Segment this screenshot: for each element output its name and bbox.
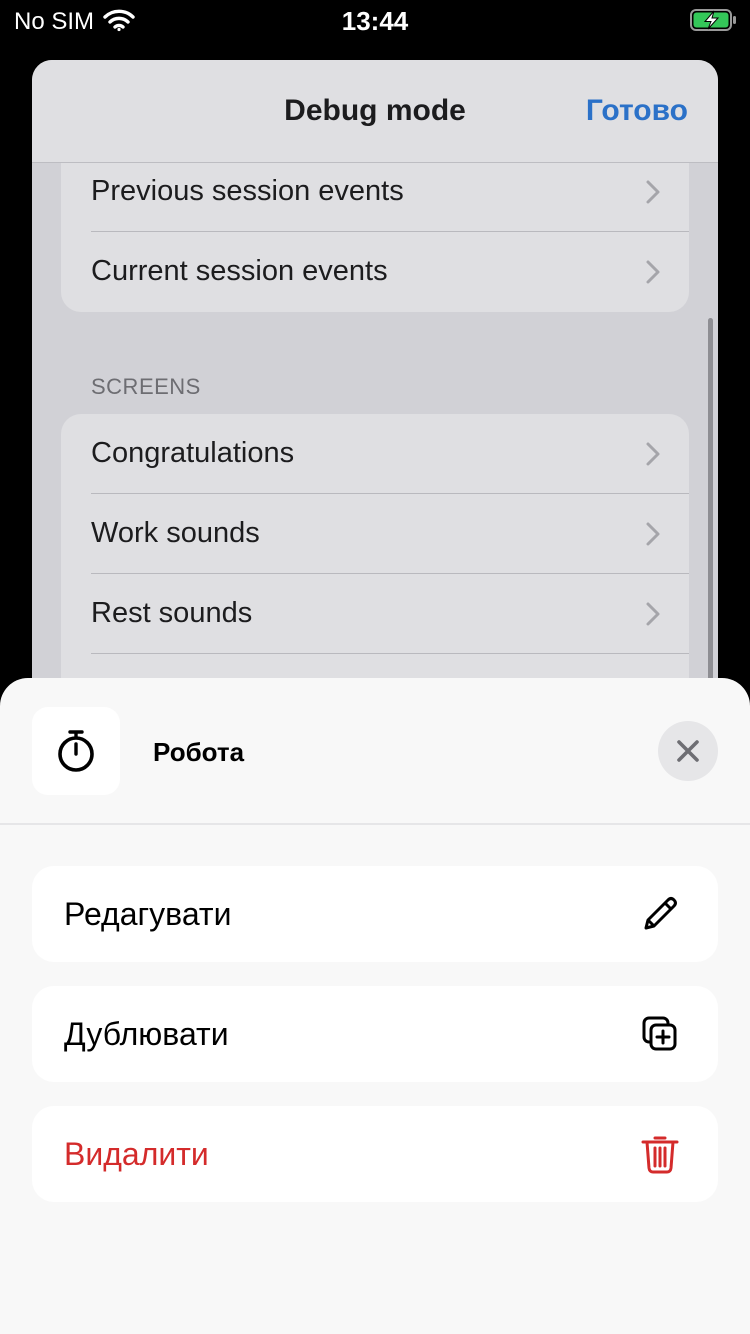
status-bar: No SIM 13:44: [0, 0, 750, 40]
chevron-right-icon: [646, 260, 660, 284]
stopwatch-icon: [58, 730, 94, 772]
duplicate-label: Дублювати: [64, 1016, 229, 1052]
edit-button[interactable]: Редагувати: [32, 866, 718, 962]
list-item-label: Rest sounds: [91, 597, 253, 629]
screen: No SIM 13:44 Previous session events Cur…: [0, 0, 750, 1334]
trash-icon: [641, 1136, 679, 1174]
delete-button[interactable]: Видалити: [32, 1106, 718, 1202]
events-group: Previous session events Current session …: [61, 152, 689, 312]
sheet-header: Робота: [0, 678, 750, 825]
list-item[interactable]: Current session events: [61, 232, 689, 312]
list-item-label: Current session events: [91, 255, 388, 287]
battery-charging-icon: [690, 9, 736, 31]
list-item[interactable]: Work sounds: [61, 494, 689, 574]
debug-mode-card: Previous session events Current session …: [32, 60, 718, 760]
clock: 13:44: [341, 6, 409, 36]
duplicate-icon: [642, 1016, 677, 1051]
done-button[interactable]: Готово: [586, 94, 688, 128]
list-item[interactable]: Rest sounds: [61, 574, 689, 654]
list-item-label: Previous session events: [91, 175, 404, 207]
list-item-label: Work sounds: [91, 517, 260, 549]
duplicate-button[interactable]: Дублювати: [32, 986, 718, 1082]
close-icon: [677, 740, 699, 762]
chevron-right-icon: [646, 442, 660, 466]
section-header-screens: SCREENS: [91, 374, 201, 399]
action-sheet: Робота Редагувати Дублювати Видалити: [0, 678, 750, 1334]
list-item-label: Congratulations: [91, 437, 295, 469]
divider: [91, 653, 689, 654]
navigation-bar: Debug mode Готово: [32, 60, 718, 163]
chevron-right-icon: [646, 602, 660, 626]
pencil-icon: [644, 897, 677, 930]
list-item[interactable]: Previous session events: [61, 152, 689, 232]
delete-label: Видалити: [64, 1136, 209, 1172]
list-item[interactable]: Congratulations: [61, 414, 689, 494]
timer-icon-tile: [32, 707, 120, 795]
close-button[interactable]: [658, 721, 718, 781]
chevron-right-icon: [646, 522, 660, 546]
edit-label: Редагувати: [64, 896, 232, 932]
chevron-right-icon: [646, 180, 660, 204]
sheet-title: Робота: [153, 737, 245, 767]
